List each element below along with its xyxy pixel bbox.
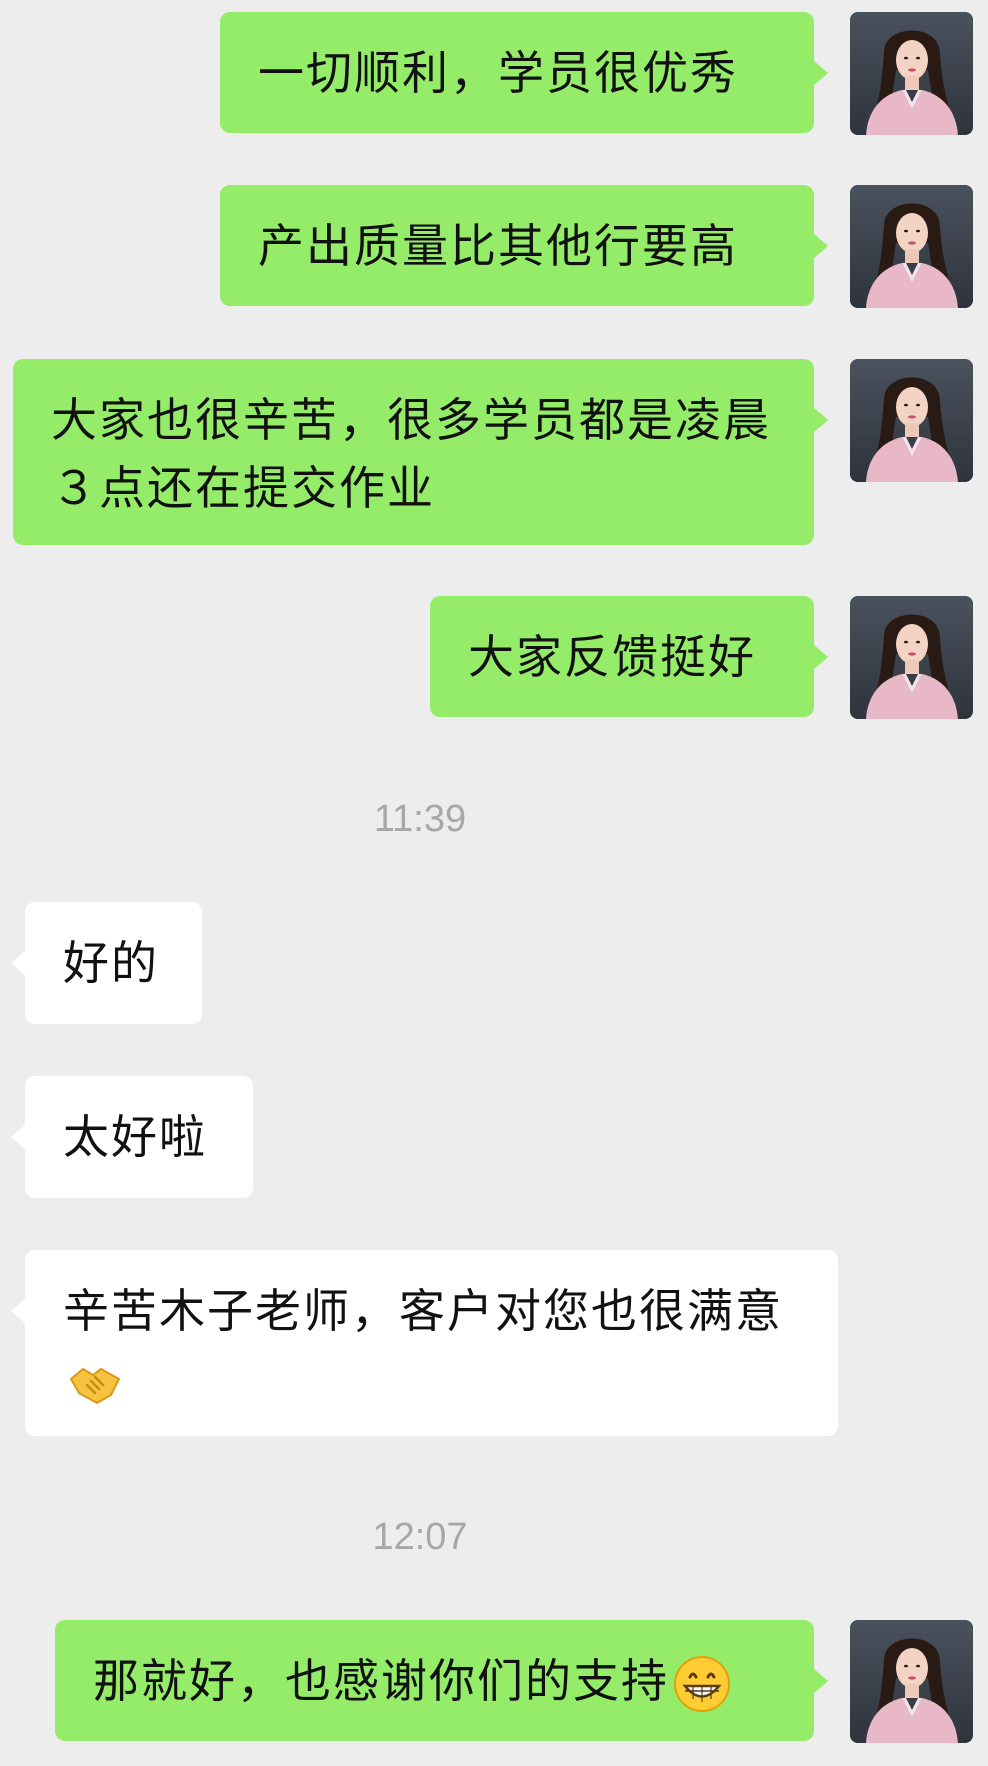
outgoing-message-bubble[interactable]: 大家也很辛苦，很多学员都是凌晨３点还在提交作业 (13, 359, 828, 545)
grinning-face-icon (673, 1655, 731, 1713)
outgoing-message-bubble[interactable]: 大家反馈挺好 (430, 596, 828, 717)
message-text: 那就好，也感谢你们的支持 (93, 1647, 731, 1715)
incoming-message-bubble[interactable]: 好的 (11, 902, 202, 1024)
message-text: 好的 (63, 936, 159, 990)
outgoing-message-bubble[interactable]: 那就好，也感谢你们的支持 (55, 1620, 828, 1741)
chat-timestamp: 12:07 (372, 1516, 468, 1558)
message-text: 大家也很辛苦，很多学员都是凌晨３点还在提交作业 (51, 393, 771, 515)
incoming-message-bubble[interactable]: 太好啦 (11, 1076, 253, 1198)
message-text: 产出质量比其他行要高 (258, 218, 738, 273)
outgoing-message-bubble[interactable]: 产出质量比其他行要高 (220, 185, 828, 306)
message-text: 大家反馈挺好 (468, 629, 756, 684)
message-text: 一切顺利，学员很优秀 (258, 45, 738, 100)
user-avatar[interactable] (850, 1620, 973, 1743)
user-avatar[interactable] (850, 359, 973, 482)
incoming-message-bubble[interactable]: 辛苦木子老师，客户对您也很满意 (11, 1250, 838, 1436)
handshake-icon (67, 1359, 123, 1407)
outgoing-message-bubble[interactable]: 一切顺利，学员很优秀 (220, 12, 828, 133)
chat-timestamp: 11:39 (373, 798, 467, 840)
user-avatar[interactable] (850, 185, 973, 308)
message-text: 辛苦木子老师，客户对您也很满意 (63, 1277, 800, 1413)
user-avatar[interactable] (850, 12, 973, 135)
message-text: 太好啦 (63, 1110, 207, 1164)
user-avatar[interactable] (850, 596, 973, 719)
